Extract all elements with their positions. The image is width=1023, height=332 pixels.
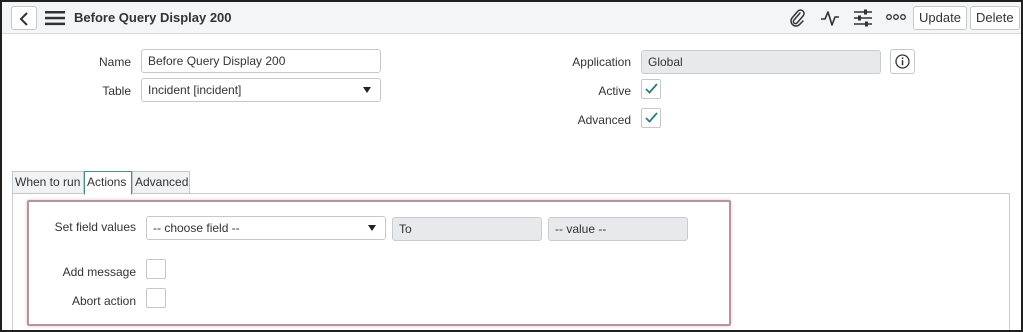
add-message-label: Add message xyxy=(62,265,136,279)
active-checkbox[interactable] xyxy=(641,79,661,99)
advanced-checkbox[interactable] xyxy=(641,108,661,128)
table-select[interactable]: Incident [incident] xyxy=(141,78,381,102)
abort-action-checkbox[interactable] xyxy=(146,288,166,308)
tab-when-to-run[interactable]: When to run xyxy=(12,171,84,194)
info-button[interactable] xyxy=(890,49,915,74)
hamburger-menu-icon[interactable] xyxy=(45,10,65,26)
chevron-down-icon xyxy=(368,225,376,231)
form-header: Before Query Display 200 Update Delete xyxy=(2,2,1021,34)
activity-icon[interactable] xyxy=(820,9,840,27)
paperclip-icon[interactable] xyxy=(788,9,806,27)
value-field: -- value -- xyxy=(548,217,688,241)
settings-sliders-icon[interactable] xyxy=(853,9,873,27)
application-label: Application xyxy=(572,55,631,69)
choose-field-value: -- choose field -- xyxy=(153,221,240,235)
checkmark-icon xyxy=(645,83,658,94)
checkmark-icon xyxy=(645,112,658,123)
back-icon xyxy=(19,12,28,26)
to-field: To xyxy=(392,217,542,241)
delete-button[interactable]: Delete xyxy=(970,6,1020,30)
table-label: Table xyxy=(102,84,131,98)
name-input[interactable]: Before Query Display 200 xyxy=(141,49,381,73)
more-options-icon[interactable] xyxy=(886,13,906,21)
advanced-label: Advanced xyxy=(577,113,631,127)
tab-advanced[interactable]: Advanced xyxy=(132,171,190,194)
tab-actions[interactable]: Actions xyxy=(84,171,132,195)
info-icon xyxy=(895,54,910,69)
page-title: Before Query Display 200 xyxy=(74,10,232,25)
add-message-checkbox[interactable] xyxy=(146,259,166,279)
set-field-values-label: Set field values xyxy=(54,220,136,234)
chevron-down-icon xyxy=(363,87,371,93)
table-select-value: Incident [incident] xyxy=(148,83,242,97)
back-button[interactable] xyxy=(11,6,37,30)
active-label: Active xyxy=(598,84,631,98)
application-field: Global xyxy=(641,50,881,74)
choose-field-select[interactable]: -- choose field -- xyxy=(146,216,386,240)
name-label: Name xyxy=(98,55,131,69)
abort-action-label: Abort action xyxy=(71,294,136,308)
update-button[interactable]: Update xyxy=(913,6,967,30)
